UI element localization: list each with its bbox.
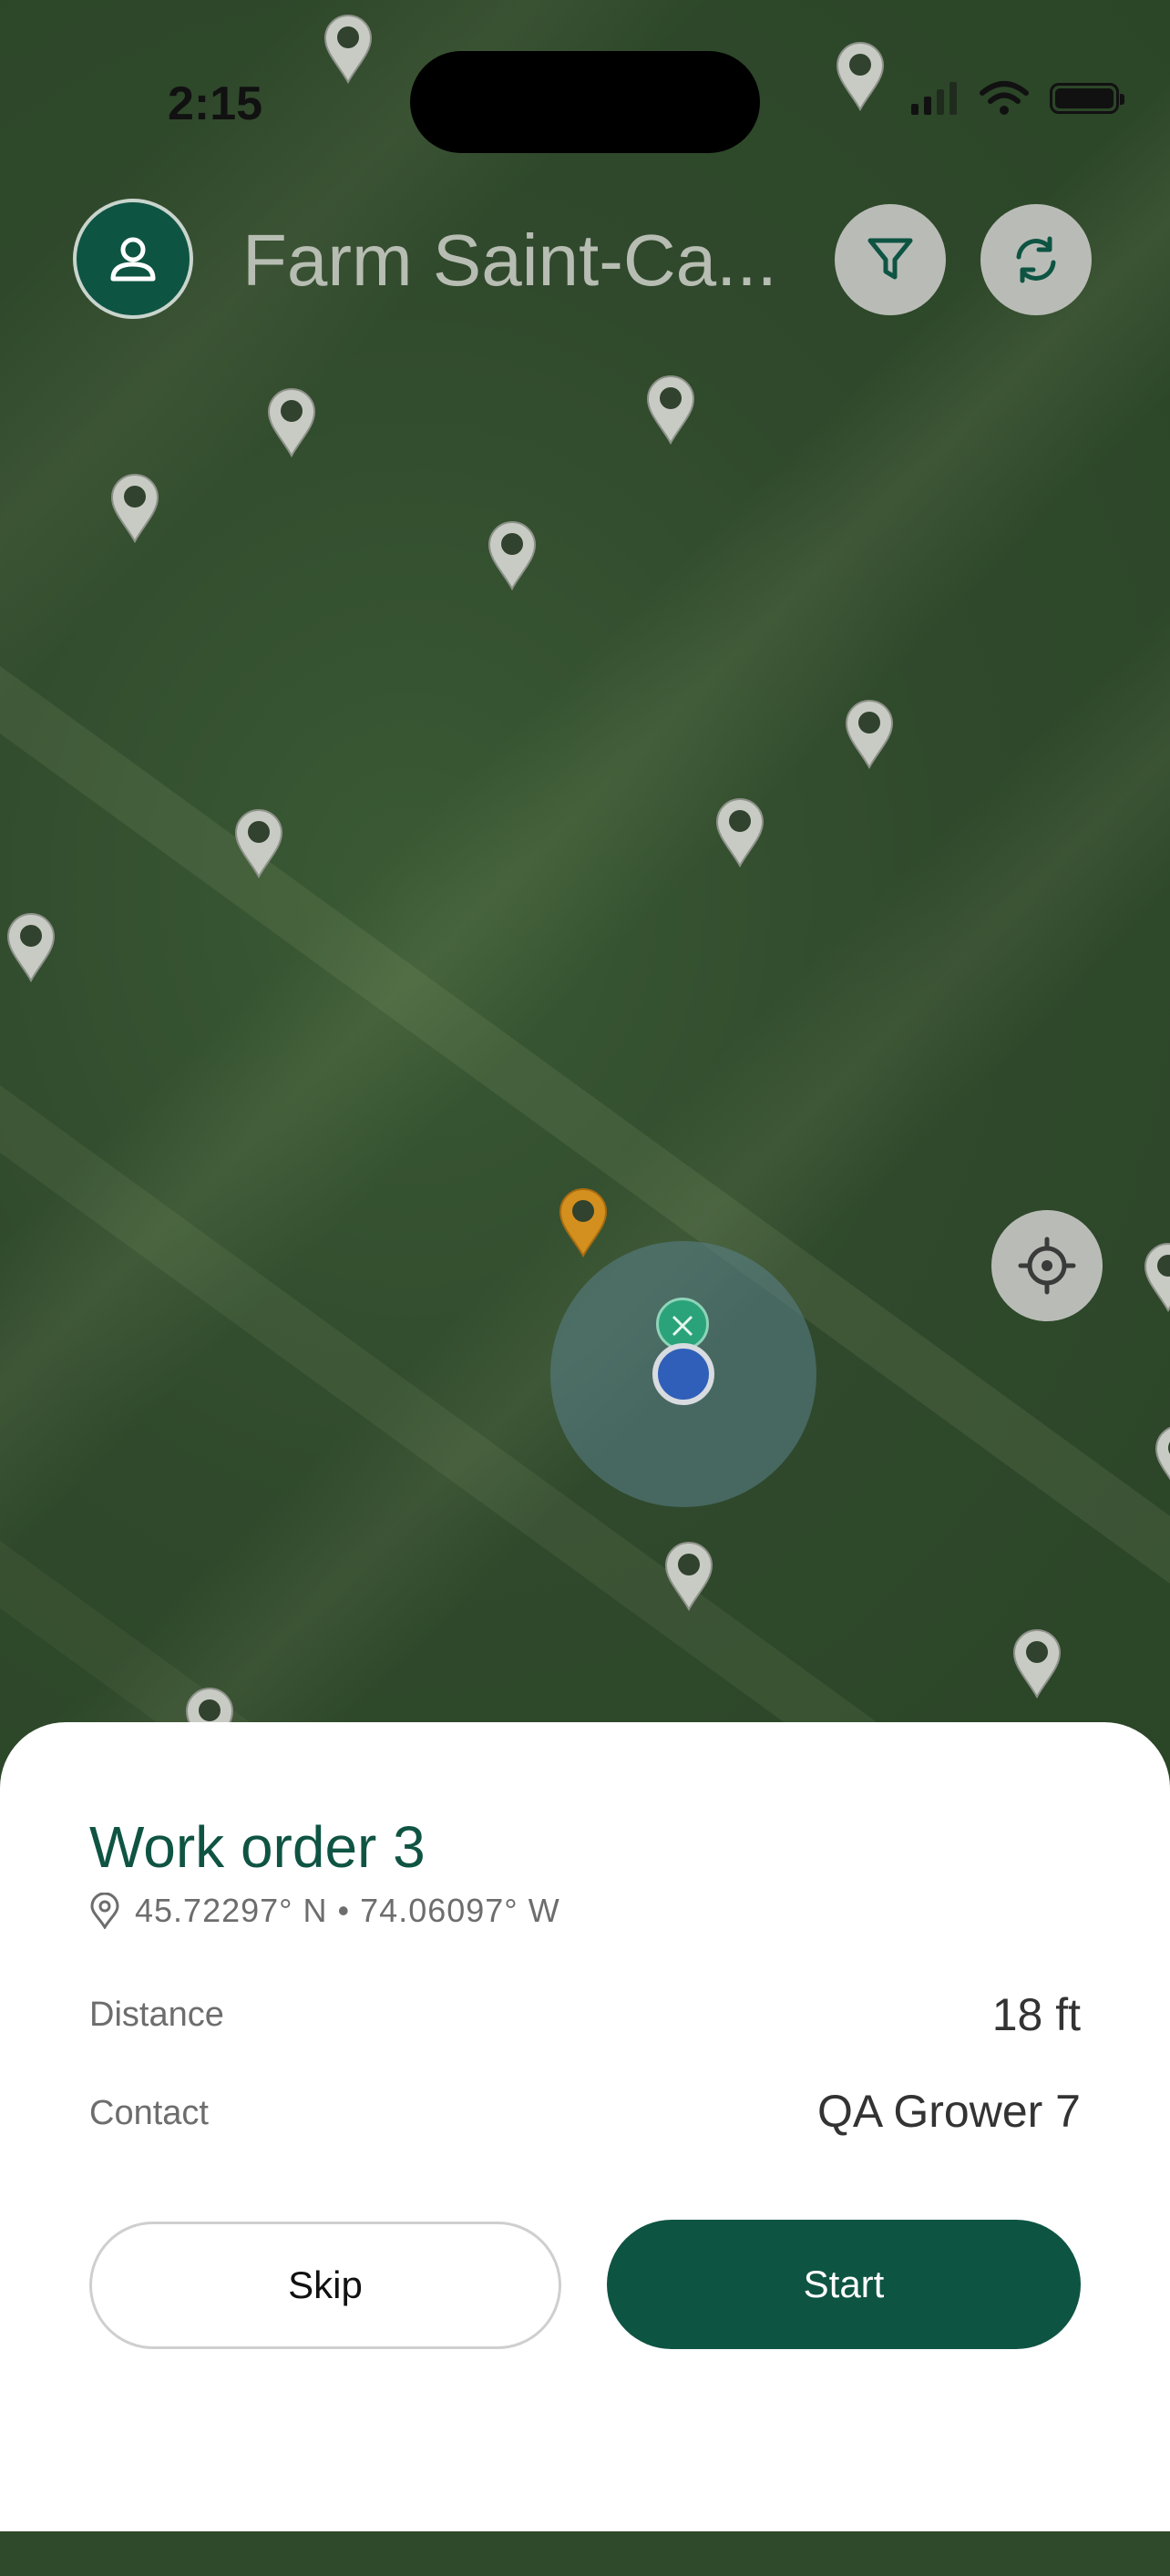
status-time: 2:15: [168, 77, 263, 130]
battery-icon: [1050, 83, 1124, 114]
locate-me-button[interactable]: [991, 1210, 1103, 1321]
contact-value: QA Grower 7: [817, 2086, 1081, 2137]
coordinates-text: 45.72297° N • 74.06097° W: [135, 1892, 560, 1929]
contact-label: Contact: [89, 2094, 209, 2132]
work-order-icon: [672, 1315, 693, 1337]
sync-icon: [1016, 236, 1056, 283]
map-pin[interactable]: [5, 911, 56, 982]
filter-button[interactable]: [835, 204, 946, 315]
filter-funnel-icon: [867, 238, 913, 280]
map-pin[interactable]: [1154, 1423, 1170, 1494]
map-pin[interactable]: [1011, 1627, 1062, 1699]
coordinates-row: 45.72297° N • 74.06097° W: [89, 1892, 560, 1930]
map-pin[interactable]: [1143, 1241, 1170, 1312]
user-location-dot: [652, 1343, 714, 1405]
map-pin[interactable]: [233, 807, 284, 878]
signal-icon: [911, 82, 957, 115]
map-pin[interactable]: [844, 698, 895, 769]
map-pin[interactable]: [266, 386, 317, 457]
map-pin[interactable]: [323, 13, 374, 84]
farm-title: Farm Saint-Ca...: [242, 220, 777, 301]
work-order-title: Work order 3: [89, 1814, 426, 1880]
distance-value: 18 ft: [991, 1989, 1081, 2040]
profile-button[interactable]: [73, 199, 193, 319]
dynamic-island: [410, 51, 760, 153]
map-pin[interactable]: [645, 374, 696, 445]
start-button[interactable]: Start: [607, 2220, 1081, 2349]
map-pin[interactable]: [663, 1540, 714, 1611]
map-pin[interactable]: [487, 519, 538, 590]
wifi-icon: [980, 81, 1029, 115]
status-icons: [911, 80, 1124, 117]
crosshair-locate-icon: [1018, 1237, 1076, 1295]
map-pin[interactable]: [835, 40, 886, 111]
work-order-sheet: Work order 3 45.72297° N • 74.06097° W D…: [0, 1722, 1170, 2531]
sync-button[interactable]: [980, 204, 1092, 315]
location-pin-icon: [90, 1893, 119, 1929]
skip-button[interactable]: Skip: [89, 2222, 561, 2349]
map-pin[interactable]: [109, 472, 160, 543]
map-pin[interactable]: [714, 796, 765, 867]
map-pin-selected[interactable]: [558, 1186, 609, 1257]
distance-label: Distance: [89, 1996, 224, 2034]
person-icon: [110, 237, 156, 282]
